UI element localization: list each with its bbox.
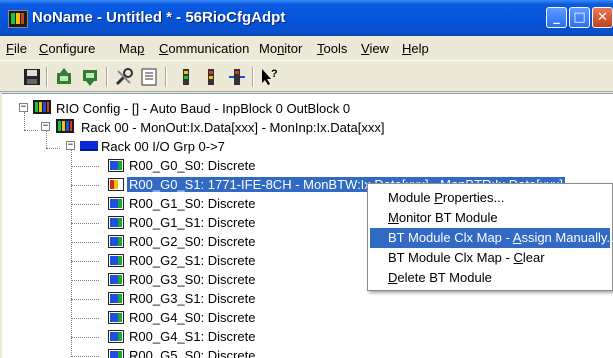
menu-item-clx-map-assign[interactable]: BT Module Clx Map - Assign Manually... — [370, 228, 613, 248]
menu-item-clx-map-clear[interactable]: BT Module Clx Map - Clear — [370, 248, 610, 268]
tree-node-slot[interactable]: R00_G5_S0: Discrete — [2, 346, 602, 358]
menu-communication[interactable]: Communication — [159, 41, 249, 56]
menu-file[interactable]: File — [6, 41, 27, 56]
tree-node-slot[interactable]: R00_G3_S1: Discrete — [2, 289, 602, 308]
menu-item-module-properties[interactable]: Module Properties... — [370, 188, 610, 208]
upload-icon[interactable] — [54, 67, 74, 87]
discrete-module-icon — [108, 330, 124, 343]
title-bar[interactable]: NoName - Untitled * - 56RioCfgAdpt _ □ ✕ — [0, 0, 613, 36]
minimize-button[interactable]: _ — [546, 7, 567, 28]
save-icon[interactable] — [22, 67, 42, 87]
tree-node-slot[interactable]: R00_G4_S1: Discrete — [2, 327, 602, 346]
discrete-module-icon — [108, 197, 124, 210]
tree-node-rack[interactable]: − Rack 00 - MonOut:Ix.Data[xxx] - MonInp… — [2, 118, 602, 137]
tree-label: R00_G5_S0: Discrete — [129, 348, 256, 358]
collapse-toggle[interactable]: − — [19, 103, 28, 112]
svg-text:?: ? — [271, 68, 278, 80]
app-window: NoName - Untitled * - 56RioCfgAdpt _ □ ✕… — [0, 0, 613, 358]
tree-label: RIO Config - [] - Auto Baud - InpBlock 0… — [56, 101, 351, 116]
menu-monitor[interactable]: Monitor — [259, 41, 302, 56]
context-menu: Module Properties... Monitor BT Module B… — [367, 183, 613, 291]
close-button[interactable]: ✕ — [592, 7, 613, 28]
tree-label: R00_G2_S1: Discrete — [129, 253, 256, 268]
window-title: NoName - Untitled * - 56RioCfgAdpt — [32, 9, 286, 26]
help-pointer-icon[interactable]: ? — [259, 67, 279, 87]
io-group-icon — [80, 141, 98, 151]
analog-module-icon — [108, 178, 124, 191]
download-icon[interactable] — [80, 67, 100, 87]
discrete-module-icon — [108, 216, 124, 229]
tree-node-slot[interactable]: R00_G0_S0: Discrete — [2, 156, 602, 175]
menu-help[interactable]: Help — [402, 41, 429, 56]
menu-bar: File Configure Map Communication Monitor… — [0, 36, 613, 60]
module-alt-icon[interactable] — [201, 67, 221, 87]
collapse-toggle[interactable]: − — [66, 141, 75, 150]
tree-label: R00_G0_S0: Discrete — [129, 158, 256, 173]
tree-node-io-group[interactable]: − Rack 00 I/O Grp 0->7 — [2, 137, 602, 156]
module-io-icon[interactable] — [227, 67, 247, 87]
discrete-module-icon — [108, 273, 124, 286]
module-icon[interactable] — [176, 67, 196, 87]
menu-map[interactable]: Map — [119, 41, 144, 56]
discrete-module-icon — [108, 159, 124, 172]
tree-label: R00_G1_S0: Discrete — [129, 196, 256, 211]
tree-label: R00_G4_S1: Discrete — [129, 329, 256, 344]
toolbar: ? — [0, 60, 613, 92]
tree-label: Rack 00 I/O Grp 0->7 — [101, 139, 225, 154]
discrete-module-icon — [108, 311, 124, 324]
tree-node-slot[interactable]: R00_G4_S0: Discrete — [2, 308, 602, 327]
maximize-button[interactable]: □ — [569, 7, 590, 28]
menu-tools[interactable]: Tools — [317, 41, 347, 56]
tree-label: R00_G4_S0: Discrete — [129, 310, 256, 325]
tree-label: R00_G3_S1: Discrete — [129, 291, 256, 306]
collapse-toggle[interactable]: − — [41, 122, 50, 131]
discrete-module-icon — [108, 254, 124, 267]
app-icon — [8, 10, 28, 28]
rack-icon — [56, 119, 74, 133]
rio-config-icon — [33, 100, 51, 114]
tools-icon[interactable] — [114, 67, 134, 87]
tree-label: R00_G1_S1: Discrete — [129, 215, 256, 230]
menu-item-delete-bt-module[interactable]: Delete BT Module — [370, 268, 610, 288]
menu-configure[interactable]: Configure — [39, 41, 95, 56]
discrete-module-icon — [108, 235, 124, 248]
tree-label: R00_G3_S0: Discrete — [129, 272, 256, 287]
tree-node-rio-config[interactable]: − RIO Config - [] - Auto Baud - InpBlock… — [2, 99, 602, 118]
tree-label: R00_G2_S0: Discrete — [129, 234, 256, 249]
discrete-module-icon — [108, 292, 124, 305]
menu-item-monitor-bt-module[interactable]: Monitor BT Module — [370, 208, 610, 228]
discrete-module-icon — [108, 349, 124, 358]
menu-view[interactable]: View — [361, 41, 389, 56]
properties-icon[interactable] — [139, 67, 159, 87]
tree-label: Rack 00 - MonOut:Ix.Data[xxx] - MonInp:I… — [81, 120, 385, 135]
